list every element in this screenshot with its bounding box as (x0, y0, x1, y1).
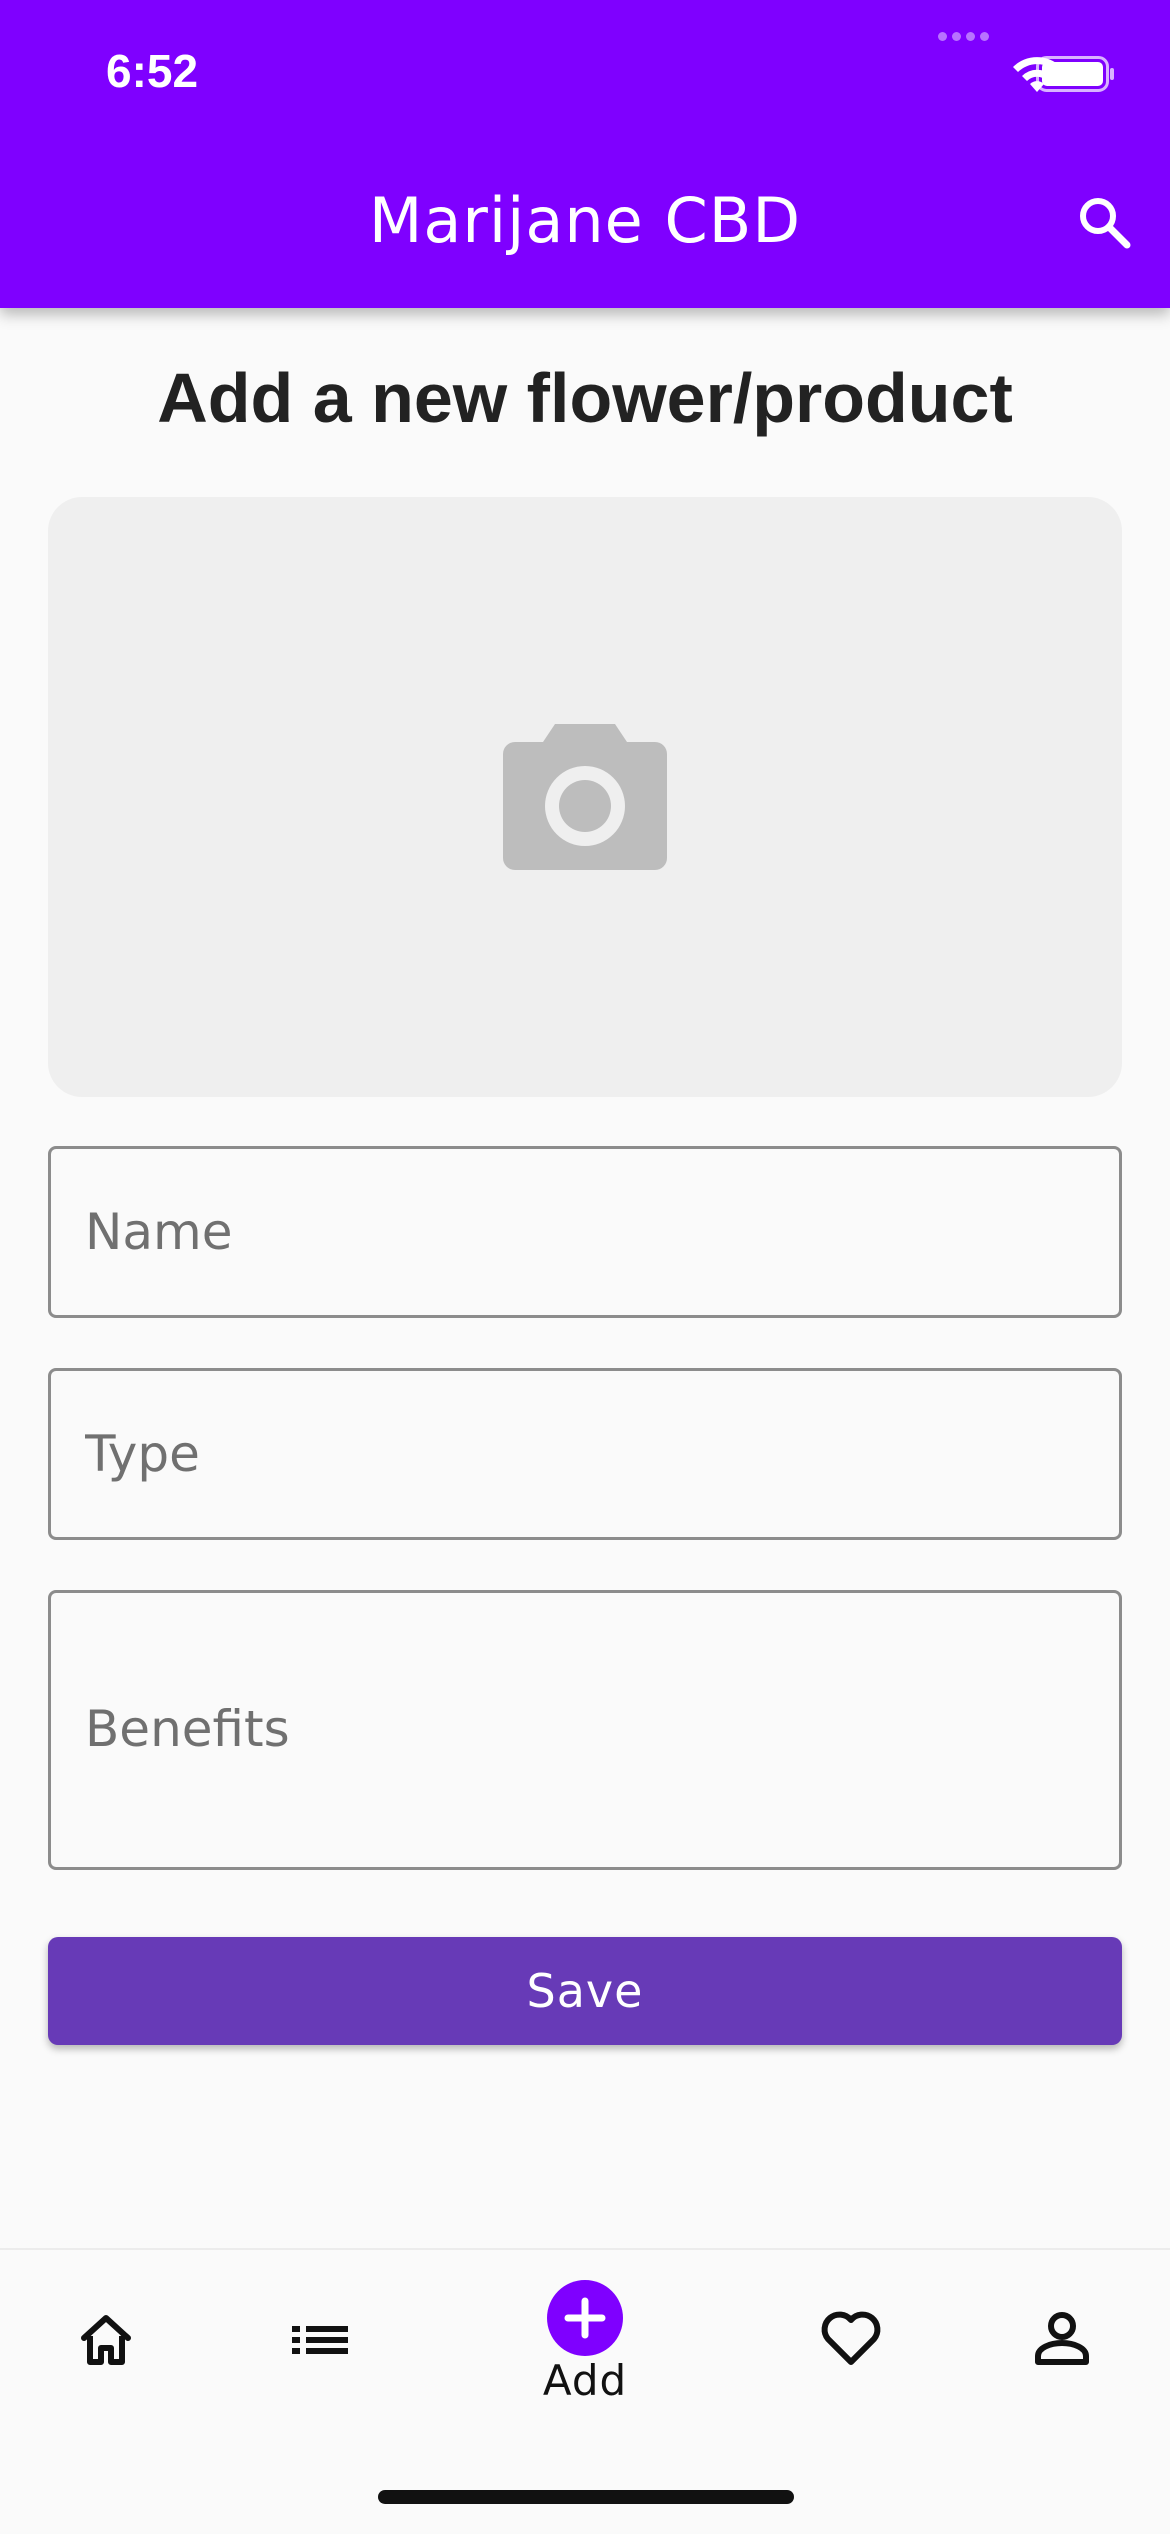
app-bar: 6:52 Marijane CBD (0, 0, 1170, 308)
type-field[interactable] (48, 1368, 1122, 1540)
image-picker[interactable] (48, 497, 1122, 1097)
profile-icon (1035, 2312, 1089, 2365)
list-icon (292, 2326, 348, 2354)
home-indicator (378, 2490, 794, 2504)
home-icon (81, 2315, 131, 2365)
nav-list[interactable] (288, 2310, 352, 2374)
benefits-field[interactable] (48, 1590, 1122, 1870)
search-icon (1080, 198, 1131, 249)
nav-favorites[interactable] (818, 2308, 884, 2374)
nav-add-label: Add (542, 2356, 628, 2405)
name-field[interactable] (48, 1146, 1122, 1318)
cellular-signal-icon (938, 32, 990, 42)
heart-icon (821, 2311, 881, 2365)
benefits-input[interactable] (85, 1700, 1119, 1760)
search-button[interactable] (1072, 190, 1136, 254)
save-button[interactable]: Save (48, 1937, 1122, 2045)
name-input[interactable] (85, 1203, 1119, 1261)
camera-icon (503, 724, 667, 870)
type-input[interactable] (85, 1425, 1119, 1483)
page-title: Add a new flower/product (157, 359, 1013, 437)
status-time: 6:52 (106, 45, 199, 97)
app-title: Marijane CBD (368, 184, 802, 257)
nav-profile[interactable] (1030, 2308, 1094, 2372)
battery-icon (1036, 56, 1114, 92)
add-circle-icon (547, 2280, 623, 2356)
nav-add[interactable]: Add (500, 2280, 670, 2405)
nav-home[interactable] (74, 2310, 138, 2374)
